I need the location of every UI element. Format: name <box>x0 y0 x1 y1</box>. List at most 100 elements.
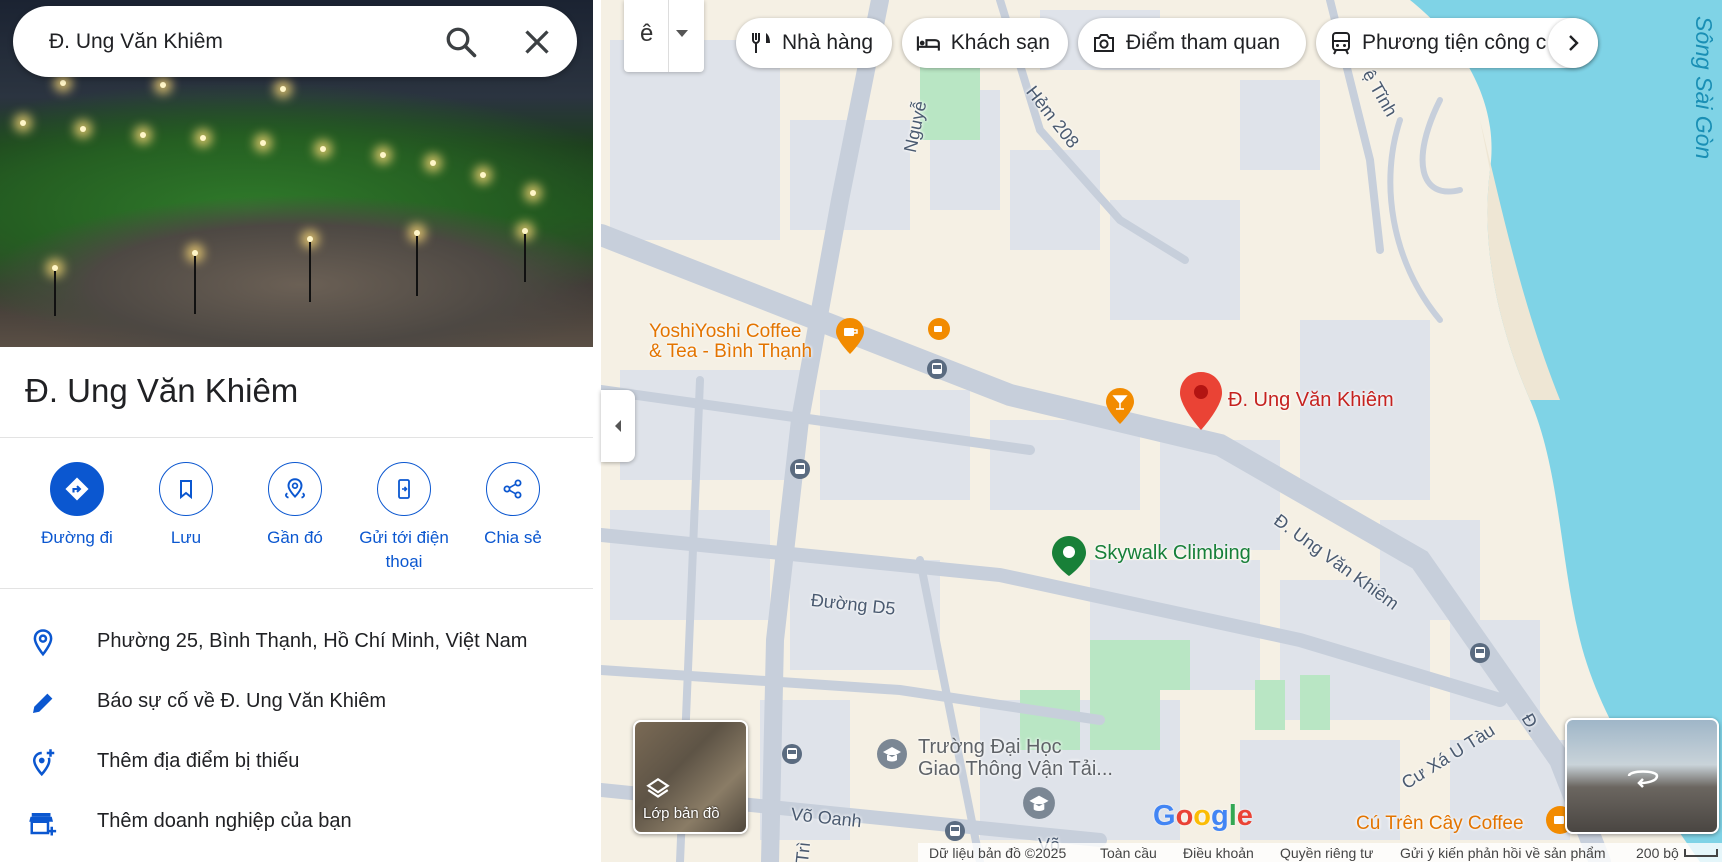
poi-cafe-orange-icon[interactable] <box>928 318 950 340</box>
directions-button[interactable]: Đường đi <box>17 462 137 550</box>
university-label[interactable]: Trường Đại Học Giao Thông Vận Tải... <box>918 736 1113 780</box>
map-footer: Dữ liệu bản đồ ©2025 Toàn cầu Điều khoản… <box>918 843 1722 862</box>
nearby-icon <box>285 478 305 499</box>
nearby-button[interactable]: Gần đó <box>235 462 355 550</box>
scale-label[interactable]: 200 bộ <box>1636 845 1679 861</box>
language-selector[interactable]: ê <box>624 0 704 72</box>
map-data-credit: Dữ liệu bản đồ ©2025 <box>929 845 1067 861</box>
chip-restaurants-label: Nhà hàng <box>782 31 874 54</box>
chip-hotels[interactable]: Khách sạn <box>902 18 1068 68</box>
address-row[interactable]: Phường 25, Bình Thạnh, Hồ Chí Minh, Việt… <box>0 616 593 668</box>
send-to-phone-label: Gửi tới điện thoại <box>359 528 449 571</box>
place-title: Đ. Ung Văn Khiêm <box>25 372 299 409</box>
map-base <box>601 0 1722 862</box>
lamp-light <box>260 140 266 146</box>
add-business-text: Thêm doanh nghiệp của bạn <box>97 810 352 832</box>
layers-label: Lớp bản đồ <box>643 805 720 822</box>
collapse-panel-button[interactable] <box>601 390 635 462</box>
skywalk-label[interactable]: Skywalk Climbing <box>1094 542 1251 565</box>
lamp-post <box>194 256 196 314</box>
add-business-row[interactable]: Thêm doanh nghiệp của bạn <box>0 796 593 848</box>
share-icon <box>503 479 522 499</box>
lamp-light <box>380 152 386 158</box>
university-marker-icon[interactable] <box>876 738 908 770</box>
privacy-link[interactable]: Quyền riêng tư <box>1280 845 1373 861</box>
bus-stop-icon[interactable] <box>789 458 811 480</box>
lamp-light <box>280 86 286 92</box>
map-canvas[interactable] <box>601 0 1722 862</box>
lamp-light <box>320 146 326 152</box>
street-view-thumbnail[interactable] <box>1565 718 1719 834</box>
search-input[interactable]: Đ. Ung Văn Khiêm <box>49 30 223 54</box>
search-box[interactable]: Đ. Ung Văn Khiêm <box>13 6 577 77</box>
lamp-light <box>80 126 86 132</box>
chevron-right-icon <box>1569 35 1579 51</box>
feedback-link[interactable]: Gửi ý kiến phản hồi về sản phẩm <box>1400 845 1606 861</box>
lamp-post <box>309 242 311 302</box>
bus-stop-icon[interactable] <box>944 820 966 842</box>
cafe-bottom-label[interactable]: Cú Trên Cây Coffee <box>1356 814 1524 834</box>
bus-stop-icon[interactable] <box>926 358 948 380</box>
chip-attractions-label: Điểm tham quan <box>1126 31 1281 54</box>
divider <box>668 0 669 72</box>
directions-icon <box>65 477 89 501</box>
lamp-post <box>416 236 418 296</box>
hotel-icon <box>916 36 940 51</box>
chevron-left-icon <box>615 420 621 432</box>
rotate-360-icon <box>1627 770 1659 788</box>
lamp-light <box>60 80 66 86</box>
location-pin-icon <box>33 629 53 657</box>
chip-transit-label: Phương tiện công c <box>1362 31 1547 54</box>
chevron-down-icon[interactable] <box>676 30 688 37</box>
report-issue-row[interactable]: Báo sự cố về Đ. Ung Văn Khiêm <box>0 676 593 728</box>
scale-bar <box>1684 849 1718 857</box>
layers-icon <box>646 777 670 798</box>
lamp-light <box>160 82 166 88</box>
lamp-light <box>20 120 26 126</box>
save-button[interactable]: Lưu <box>126 462 246 550</box>
lamp-light <box>140 132 146 138</box>
restaurant-icon <box>752 33 770 53</box>
terms-link[interactable]: Điều khoản <box>1183 845 1254 861</box>
bus-stop-icon[interactable] <box>781 743 803 765</box>
google-logo: Google <box>1153 800 1253 832</box>
bar-marker-icon[interactable] <box>1106 388 1134 424</box>
close-icon[interactable] <box>519 24 555 60</box>
share-button[interactable]: Chia sẻ <box>453 462 573 550</box>
add-location-icon <box>32 749 55 777</box>
layers-button[interactable]: Lớp bản đồ <box>633 720 748 834</box>
add-business-icon <box>29 813 57 836</box>
place-panel: Đ. Ung Văn Khiêm Đ. Ung Văn Khiêm Đường … <box>0 0 593 862</box>
divider <box>0 437 593 438</box>
lamp-light <box>200 135 206 141</box>
add-missing-place-text: Thêm địa điểm bị thiếu <box>97 750 300 772</box>
lamp-light <box>480 172 486 178</box>
school-marker-icon[interactable] <box>1022 786 1056 820</box>
lamp-light <box>530 190 536 196</box>
cafe-marker-icon[interactable] <box>836 318 864 354</box>
pin-label[interactable]: Đ. Ung Văn Khiêm <box>1228 389 1394 412</box>
climbing-marker-icon[interactable] <box>1052 536 1086 576</box>
bookmark-icon <box>180 480 192 500</box>
chip-attractions[interactable]: Điểm tham quan <box>1078 18 1306 68</box>
lamp-post <box>524 234 526 282</box>
add-missing-place-row[interactable]: Thêm địa điểm bị thiếu <box>0 736 593 788</box>
lamp-post <box>54 271 56 316</box>
transit-icon <box>1332 32 1350 55</box>
chip-restaurants[interactable]: Nhà hàng <box>736 18 892 68</box>
river-label: Sông Sài Gòn <box>1691 16 1717 160</box>
lamp-light <box>430 160 436 166</box>
global-link[interactable]: Toàn cầu <box>1100 845 1157 861</box>
chips-next-button[interactable] <box>1548 18 1598 68</box>
send-to-phone-button[interactable]: Gửi tới điện thoại <box>344 462 464 574</box>
bus-stop-icon[interactable] <box>1469 642 1491 664</box>
pencil-icon <box>33 693 53 713</box>
camera-icon <box>1094 34 1114 52</box>
share-label: Chia sẻ <box>484 528 542 547</box>
search-icon[interactable] <box>443 24 479 60</box>
report-issue-text: Báo sự cố về Đ. Ung Văn Khiêm <box>97 690 387 712</box>
send-to-phone-icon <box>398 479 410 499</box>
nearby-label: Gần đó <box>267 528 323 547</box>
place-pin-icon[interactable] <box>1180 372 1222 430</box>
cafe-label[interactable]: YoshiYoshi Coffee & Tea - Bình Thạnh <box>649 322 812 362</box>
